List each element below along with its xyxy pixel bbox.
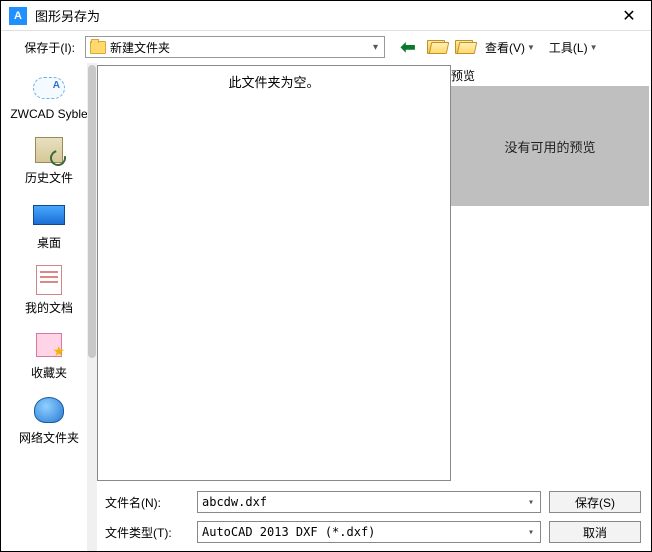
bottom-rows: 文件名(N): abcdw.dxf ▾ 保存(S) 文件类型(T): AutoC… bbox=[97, 485, 649, 551]
view-menu[interactable]: 查看(V) ▼ bbox=[481, 39, 539, 56]
filetype-label: 文件类型(T): bbox=[105, 524, 189, 541]
folder-open-icon bbox=[427, 40, 445, 54]
tools-menu-label: 工具(L) bbox=[549, 39, 588, 56]
filename-label: 文件名(N): bbox=[105, 494, 189, 511]
sidebar-item-label: 我的文档 bbox=[25, 299, 73, 316]
filename-input[interactable]: abcdw.dxf ▾ bbox=[197, 491, 541, 513]
back-button[interactable]: ⬅ bbox=[397, 37, 419, 57]
chevron-down-icon: ▾ bbox=[371, 42, 380, 53]
sidebar-item-documents[interactable]: 我的文档 bbox=[10, 261, 88, 320]
save-as-dialog: A 图形另存为 ✕ 保存于(I): 新建文件夹 ▾ ⬅ 查看(V) ▼ 工具(L… bbox=[0, 0, 652, 552]
new-folder-button[interactable] bbox=[453, 37, 475, 57]
tools-menu[interactable]: 工具(L) ▼ bbox=[545, 39, 602, 56]
location-name: 新建文件夹 bbox=[110, 39, 371, 56]
filename-row: 文件名(N): abcdw.dxf ▾ 保存(S) bbox=[105, 491, 641, 513]
toolbar: 保存于(I): 新建文件夹 ▾ ⬅ 查看(V) ▼ 工具(L) ▼ bbox=[1, 31, 651, 63]
preview-box: 没有可用的预览 bbox=[451, 86, 649, 206]
chevron-down-icon: ▼ bbox=[590, 43, 598, 52]
sidebar-item-label: 收藏夹 bbox=[31, 364, 67, 381]
preview-panel: 预览 没有可用的预览 bbox=[451, 63, 649, 485]
documents-icon bbox=[32, 265, 66, 295]
sidebar-item-history[interactable]: 历史文件 bbox=[10, 131, 88, 190]
titlebar: A 图形另存为 ✕ bbox=[1, 1, 651, 31]
save-in-label: 保存于(I): bbox=[9, 39, 79, 56]
no-preview-text: 没有可用的预览 bbox=[504, 137, 595, 156]
desktop-icon bbox=[32, 200, 66, 230]
places-sidebar: ZWCAD Syble 历史文件 桌面 我的文档 收藏夹 网络文件夹 bbox=[1, 63, 97, 551]
favorites-icon bbox=[32, 330, 66, 360]
cloud-icon bbox=[32, 73, 66, 103]
file-list[interactable]: 此文件夹为空。 bbox=[97, 65, 451, 481]
sidebar-item-network[interactable]: 网络文件夹 bbox=[10, 391, 88, 450]
history-icon bbox=[32, 135, 66, 165]
filetype-row: 文件类型(T): AutoCAD 2013 DXF (*.dxf) ▾ 取消 bbox=[105, 521, 641, 543]
nav-icons: ⬅ bbox=[397, 37, 475, 57]
sidebar-item-favorites[interactable]: 收藏夹 bbox=[10, 326, 88, 385]
main-panel: 此文件夹为空。 预览 没有可用的预览 文件名(N): abcdw.dxf bbox=[97, 63, 651, 551]
body-area: ZWCAD Syble 历史文件 桌面 我的文档 收藏夹 网络文件夹 bbox=[1, 63, 651, 551]
sidebar-scrollbar[interactable] bbox=[87, 63, 97, 551]
filetype-value: AutoCAD 2013 DXF (*.dxf) bbox=[202, 525, 526, 539]
close-button[interactable]: ✕ bbox=[615, 2, 643, 30]
cancel-button[interactable]: 取消 bbox=[549, 521, 641, 543]
save-button-label: 保存(S) bbox=[575, 494, 615, 511]
up-one-level-button[interactable] bbox=[425, 37, 447, 57]
scrollbar-thumb[interactable] bbox=[88, 65, 96, 358]
filename-value: abcdw.dxf bbox=[202, 495, 526, 509]
app-icon: A bbox=[9, 7, 27, 25]
sidebar-item-desktop[interactable]: 桌面 bbox=[10, 196, 88, 255]
sidebar-item-label: 桌面 bbox=[37, 234, 61, 251]
chevron-down-icon: ▾ bbox=[526, 527, 536, 538]
app-icon-letter: A bbox=[14, 10, 22, 22]
network-icon bbox=[32, 395, 66, 425]
view-menu-label: 查看(V) bbox=[485, 39, 525, 56]
save-button[interactable]: 保存(S) bbox=[549, 491, 641, 513]
empty-folder-text: 此文件夹为空。 bbox=[228, 72, 319, 480]
dialog-title: 图形另存为 bbox=[35, 6, 615, 25]
sidebar-item-label: ZWCAD Syble bbox=[10, 107, 87, 121]
cancel-button-label: 取消 bbox=[583, 524, 607, 541]
arrow-left-icon: ⬅ bbox=[400, 37, 415, 58]
folder-star-icon bbox=[455, 40, 473, 54]
folder-icon bbox=[90, 41, 106, 54]
chevron-down-icon: ▾ bbox=[526, 497, 536, 508]
sidebar-item-label: 网络文件夹 bbox=[19, 429, 79, 446]
location-combo[interactable]: 新建文件夹 ▾ bbox=[85, 36, 385, 58]
sidebar-item-label: 历史文件 bbox=[25, 169, 73, 186]
chevron-down-icon: ▼ bbox=[527, 43, 535, 52]
filetype-select[interactable]: AutoCAD 2013 DXF (*.dxf) ▾ bbox=[197, 521, 541, 543]
preview-label: 预览 bbox=[451, 65, 649, 86]
sidebar-item-zwcad-syble[interactable]: ZWCAD Syble bbox=[10, 69, 88, 125]
